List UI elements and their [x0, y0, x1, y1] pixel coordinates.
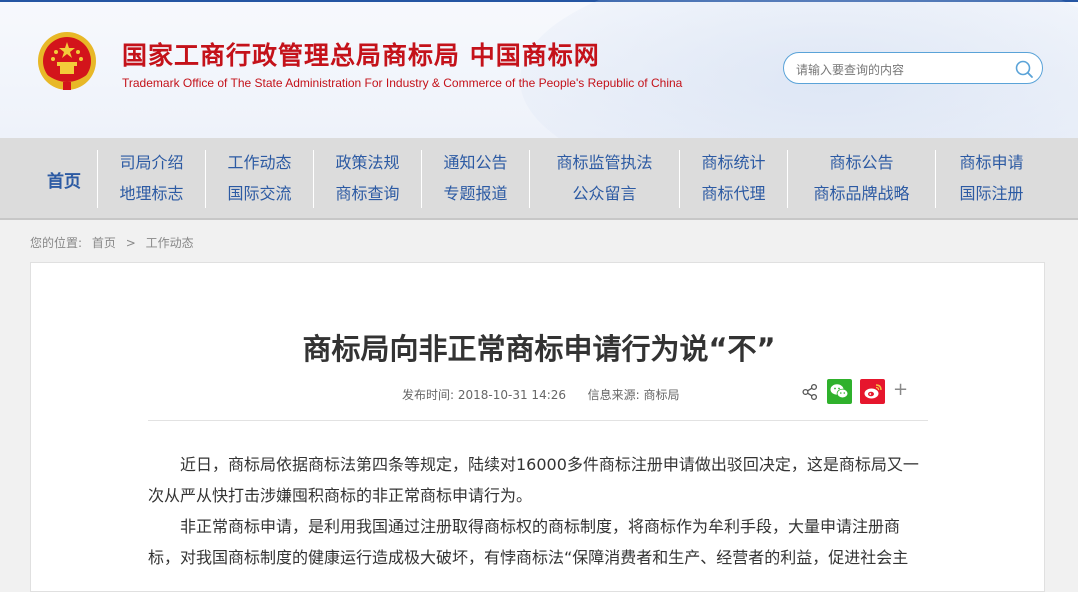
published-label: 发布时间: [402, 388, 455, 402]
weibo-icon[interactable] [860, 379, 885, 404]
nav-home[interactable]: 首页 [30, 138, 98, 220]
breadcrumb-label: 您的位置: [30, 236, 83, 250]
article-meta: 发布时间: 2018-10-31 14:26 信息来源: 商标局 [402, 386, 680, 403]
article-title: 商标局向非正常商标申请行为说“不” [302, 332, 776, 366]
site-title: 国家工商行政管理总局商标局 中国商标网 [122, 41, 600, 70]
nav-column-7: 商标公告 商标品牌战略 [787, 150, 935, 208]
share-icon[interactable] [801, 383, 819, 401]
site-subtitle-english: Trademark Office of The State Administra… [122, 76, 683, 90]
nav-link-agents[interactable]: 商标代理 [680, 182, 787, 206]
wechat-icon[interactable] [827, 379, 852, 404]
search-input[interactable] [794, 59, 1008, 81]
article-divider [148, 420, 928, 421]
breadcrumb: 您的位置: 首页 > 工作动态 [30, 234, 200, 251]
nav-link-work-news[interactable]: 工作动态 [206, 151, 313, 175]
published-value: 2018-10-31 14:26 [457, 388, 567, 402]
source-label: 信息来源: [587, 388, 640, 402]
nav-link-notices[interactable]: 通知公告 [422, 151, 529, 175]
nav-column-8: 商标申请 国际注册 [935, 150, 1047, 208]
nav-link-enforcement[interactable]: 商标监管执法 [530, 151, 679, 175]
nav-link-trademark-search[interactable]: 商标查询 [314, 182, 421, 206]
nav-column-2: 工作动态 国际交流 [205, 150, 313, 208]
nav-column-6: 商标统计 商标代理 [679, 150, 787, 208]
nav-column-5: 商标监管执法 公众留言 [529, 150, 679, 208]
nav-column-4: 通知公告 专题报道 [421, 150, 529, 208]
source-value: 商标局 [643, 388, 680, 402]
breadcrumb-separator: > [125, 236, 136, 250]
nav-link-bureau-intro[interactable]: 司局介绍 [98, 151, 205, 175]
nav-link-brand-strategy[interactable]: 商标品牌战略 [788, 182, 935, 206]
main-navigation: 首页 司局介绍 地理标志 工作动态 国际交流 政策法规 商标查询 通知公告 专题… [0, 138, 1078, 220]
nav-link-policies-regulations[interactable]: 政策法规 [314, 151, 421, 175]
more-icon[interactable]: + [893, 378, 908, 402]
national-emblem-logo[interactable] [36, 30, 98, 92]
nav-column-1: 司局介绍 地理标志 [97, 150, 205, 208]
nav-link-international-registration[interactable]: 国际注册 [936, 182, 1047, 206]
breadcrumb-current[interactable]: 工作动态 [146, 236, 194, 250]
breadcrumb-home[interactable]: 首页 [92, 236, 116, 250]
search-box [783, 52, 1043, 84]
nav-link-public-messages[interactable]: 公众留言 [530, 182, 679, 206]
nav-column-3: 政策法规 商标查询 [313, 150, 421, 208]
site-header: 国家工商行政管理总局商标局 中国商标网 Trademark Office of … [0, 0, 1078, 138]
search-icon[interactable] [1014, 59, 1034, 79]
article-paragraph: 非正常商标申请，是利用我国通过注册取得商标权的商标制度，将商标作为牟利手段，大量… [148, 517, 909, 567]
nav-link-statistics[interactable]: 商标统计 [680, 151, 787, 175]
nav-link-application[interactable]: 商标申请 [936, 151, 1047, 175]
article-paragraph: 近日，商标局依据商标法第四条等规定，陆续对16000多件商标注册申请做出驳回决定… [148, 455, 919, 505]
nav-link-special-reports[interactable]: 专题报道 [422, 182, 529, 206]
nav-link-geographical-indications[interactable]: 地理标志 [98, 182, 205, 206]
nav-link-announcements[interactable]: 商标公告 [788, 151, 935, 175]
nav-link-international-exchange[interactable]: 国际交流 [206, 182, 313, 206]
